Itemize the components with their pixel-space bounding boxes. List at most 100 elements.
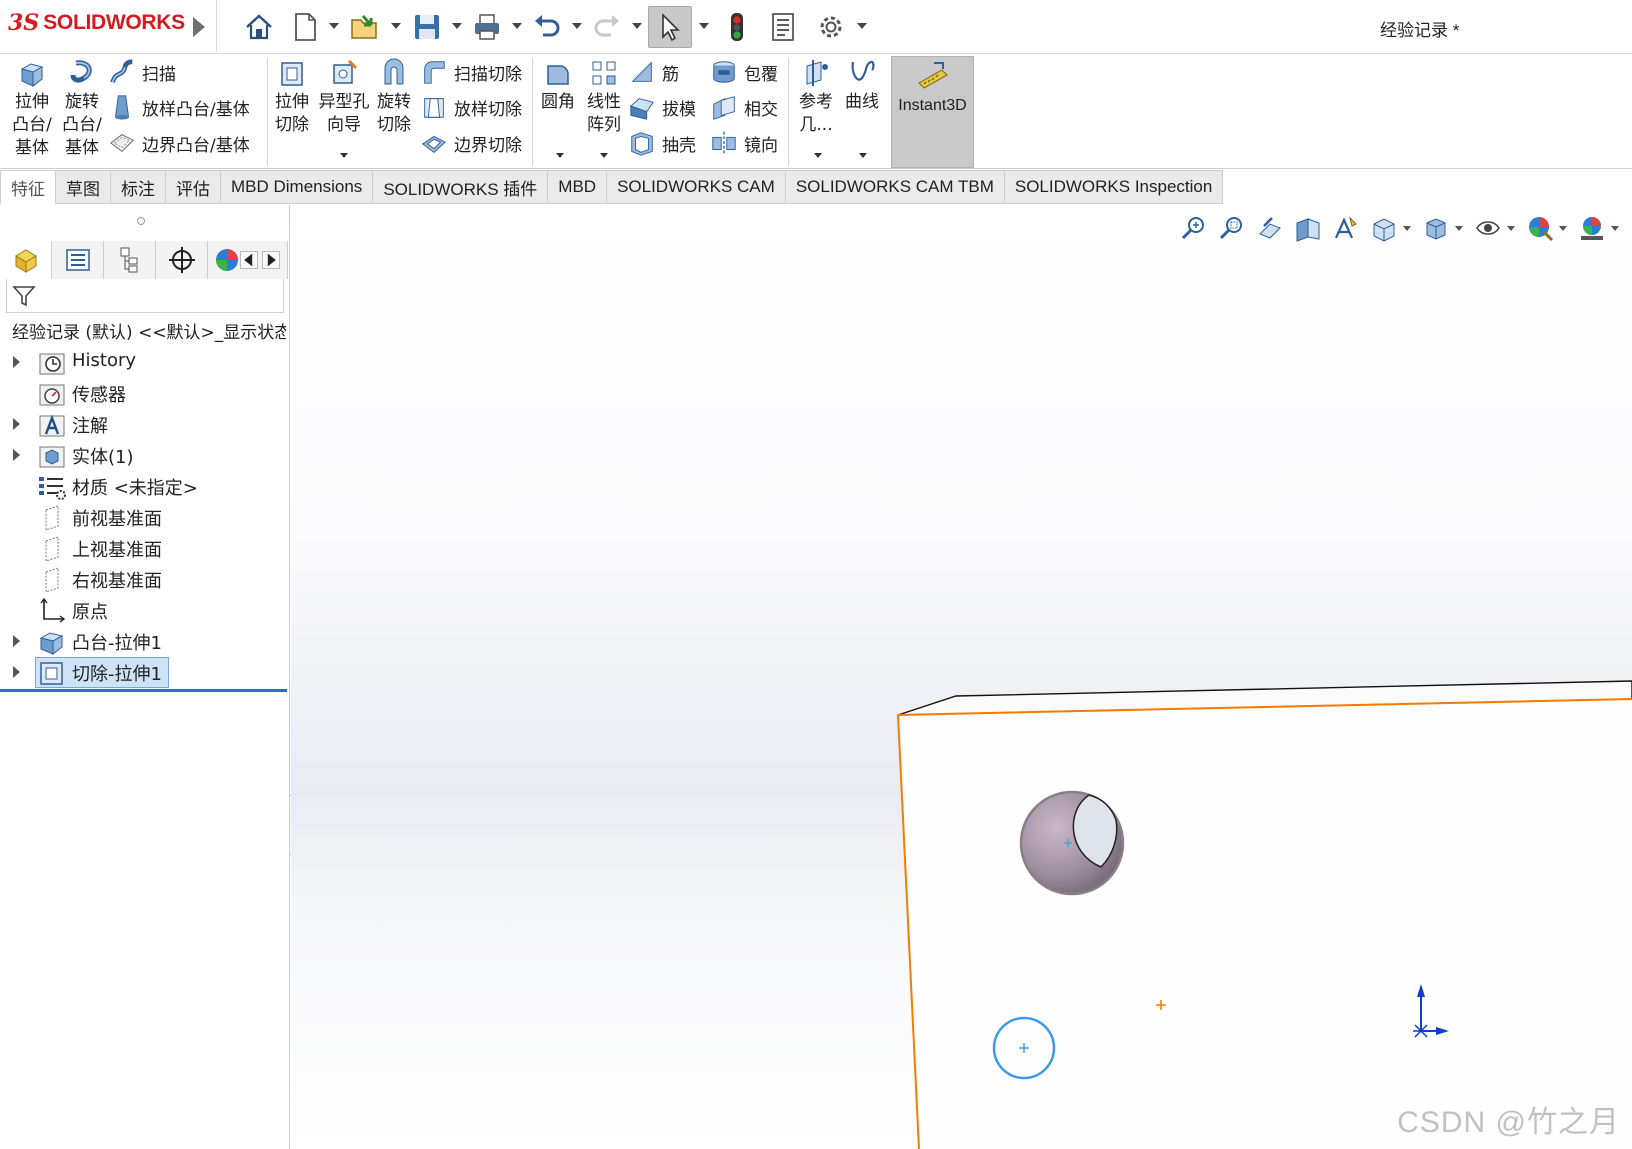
fillet-dropdown[interactable] [556,153,564,158]
tree-item-annotations[interactable]: 注解 [0,409,288,439]
tree-item-sensors[interactable]: 传感器 [0,378,288,408]
select-dropdown[interactable] [699,23,709,29]
options-dropdown[interactable] [857,23,867,29]
expand-arrow-icon[interactable] [13,356,20,368]
tree-item-top-plane[interactable]: 上视基准面 [0,533,288,563]
mirror-label: 镜向 [744,135,778,156]
reference-geometry-dropdown[interactable] [814,153,822,158]
feature-tree-filter[interactable] [6,279,284,313]
linear-pattern-button[interactable]: 线性 阵列 [584,58,624,137]
menu-expand-arrow-icon[interactable] [193,17,205,37]
save-dropdown[interactable] [452,23,462,29]
rollback-bar[interactable] [0,689,287,692]
instant3d-button[interactable]: Instant3D [891,56,974,168]
rebuild-button[interactable] [718,8,756,46]
revolve-boss-icon [70,60,92,83]
front-face [898,699,1632,1149]
expand-arrow-icon[interactable] [13,666,20,678]
tree-root-part[interactable]: 经验记录 (默认) <<默认>_显示状态 1> [6,317,286,343]
tree-item-history[interactable]: History [0,347,288,377]
redo-button[interactable] [588,8,626,46]
curves-dropdown[interactable] [859,153,867,158]
tab-mbd[interactable]: MBD [548,170,608,204]
origin-icon [40,597,66,623]
new-document-dropdown[interactable] [329,23,339,29]
expand-arrow-icon[interactable] [13,418,20,430]
tab-solidworks-cam-tbm[interactable]: SOLIDWORKS CAM TBM [785,170,1005,204]
tab-solidworks-inspection[interactable]: SOLIDWORKS Inspection [1004,170,1224,204]
extrude-cut-button[interactable]: 拉伸 切除 [272,58,312,137]
intersect-icon [713,96,735,120]
revolve-cut-button[interactable]: 旋转 切除 [374,58,414,137]
boundary-boss-button[interactable]: 边界凸台/基体 [108,129,250,157]
print-dropdown[interactable] [512,23,522,29]
tab-markup[interactable]: 标注 [111,170,166,204]
file-properties-button[interactable] [764,8,802,46]
tab-configurationmanager[interactable] [104,241,156,279]
fillet-button[interactable]: 圆角 [538,58,578,114]
reference-geometry-button[interactable]: 参考 几... [796,58,836,137]
tab-scroll-right[interactable] [262,251,280,269]
open-button[interactable] [346,8,384,46]
mirror-button[interactable]: 镜向 [710,129,778,157]
solidworks-logo[interactable]: 3S SOLIDWORKS [8,10,185,36]
rib-button[interactable]: 筋 [628,58,679,86]
shell-button[interactable]: 抽壳 [628,129,696,157]
home-button[interactable] [240,8,278,46]
tab-sketch[interactable]: 草图 [56,170,111,204]
revolve-boss-button[interactable]: 旋转 凸台/ 基体 [60,58,104,160]
panel-grip-handle[interactable] [137,217,145,225]
tab-scroll-left[interactable] [240,251,258,269]
draft-button[interactable]: 拔模 [628,93,696,121]
hole-wizard-button[interactable]: 异型孔 向导 [316,58,372,137]
tree-item-cut-extrude[interactable]: 切除-拉伸1 [0,657,288,688]
tab-mbd-dimensions[interactable]: MBD Dimensions [221,170,374,204]
loft-boss-button[interactable]: 放样凸台/基体 [108,93,250,121]
extrude-boss-button[interactable]: 拉伸 凸台/ 基体 [10,58,54,160]
expand-arrow-icon[interactable] [13,449,20,461]
open-dropdown[interactable] [391,23,401,29]
tree-item-front-plane[interactable]: 前视基准面 [0,502,288,532]
separator [216,0,217,52]
loft-cut-button[interactable]: 放样切除 [420,93,522,121]
tab-propertymanager[interactable] [52,241,104,279]
linear-pattern-dropdown[interactable] [600,153,608,158]
tab-dimxpertmanager[interactable] [156,241,208,279]
tab-features[interactable]: 特征 [0,170,56,204]
curves-button[interactable]: 曲线 [842,58,882,114]
expand-arrow-icon[interactable] [13,635,20,647]
tab-displaymanager[interactable] [208,241,288,279]
tab-solidworks-addins[interactable]: SOLIDWORKS 插件 [373,170,549,204]
undo-button[interactable] [528,8,566,46]
tab-evaluate[interactable]: 评估 [166,170,221,204]
tab-featuremanager[interactable] [0,241,52,279]
annotation-icon [39,414,65,437]
select-button[interactable] [648,6,692,48]
redo-dropdown[interactable] [632,23,642,29]
extrude-cut-label: 拉伸 切除 [275,92,309,135]
loft-cut-label: 放样切除 [454,99,522,120]
sweep-cut-button[interactable]: 扫描切除 [420,58,522,86]
solid-body[interactable] [896,680,1632,1149]
tree-item-boss-extrude[interactable]: 凸台-拉伸1 [0,626,288,656]
sweep-button[interactable]: 扫描 [108,58,176,86]
tab-solidworks-cam[interactable]: SOLIDWORKS CAM [607,170,786,204]
options-button[interactable] [812,8,850,46]
wrap-button[interactable]: 包覆 [710,58,778,86]
print-button[interactable] [468,8,506,46]
intersect-button[interactable]: 相交 [710,93,778,121]
tree-item-solid-bodies[interactable]: 实体(1) [0,440,288,470]
tree-item-origin[interactable]: 原点 [0,595,288,625]
model-view [896,680,1632,1149]
history-icon [39,353,65,375]
graphics-area[interactable]: CSDN @竹之月 [291,205,1632,1149]
boundary-cut-button[interactable]: 边界切除 [420,129,522,157]
tree-item-material[interactable]: 材质 <未指定> [0,471,288,501]
new-document-button[interactable] [286,8,324,46]
undo-dropdown[interactable] [572,23,582,29]
tree-item-right-plane[interactable]: 右视基准面 [0,564,288,594]
hole-wizard-dropdown[interactable] [340,153,348,158]
tree-root-label: 经验记录 (默认) <<默认>_显示状态 1> [12,322,286,343]
reference-geometry-icon [806,60,828,86]
save-button[interactable] [408,8,446,46]
